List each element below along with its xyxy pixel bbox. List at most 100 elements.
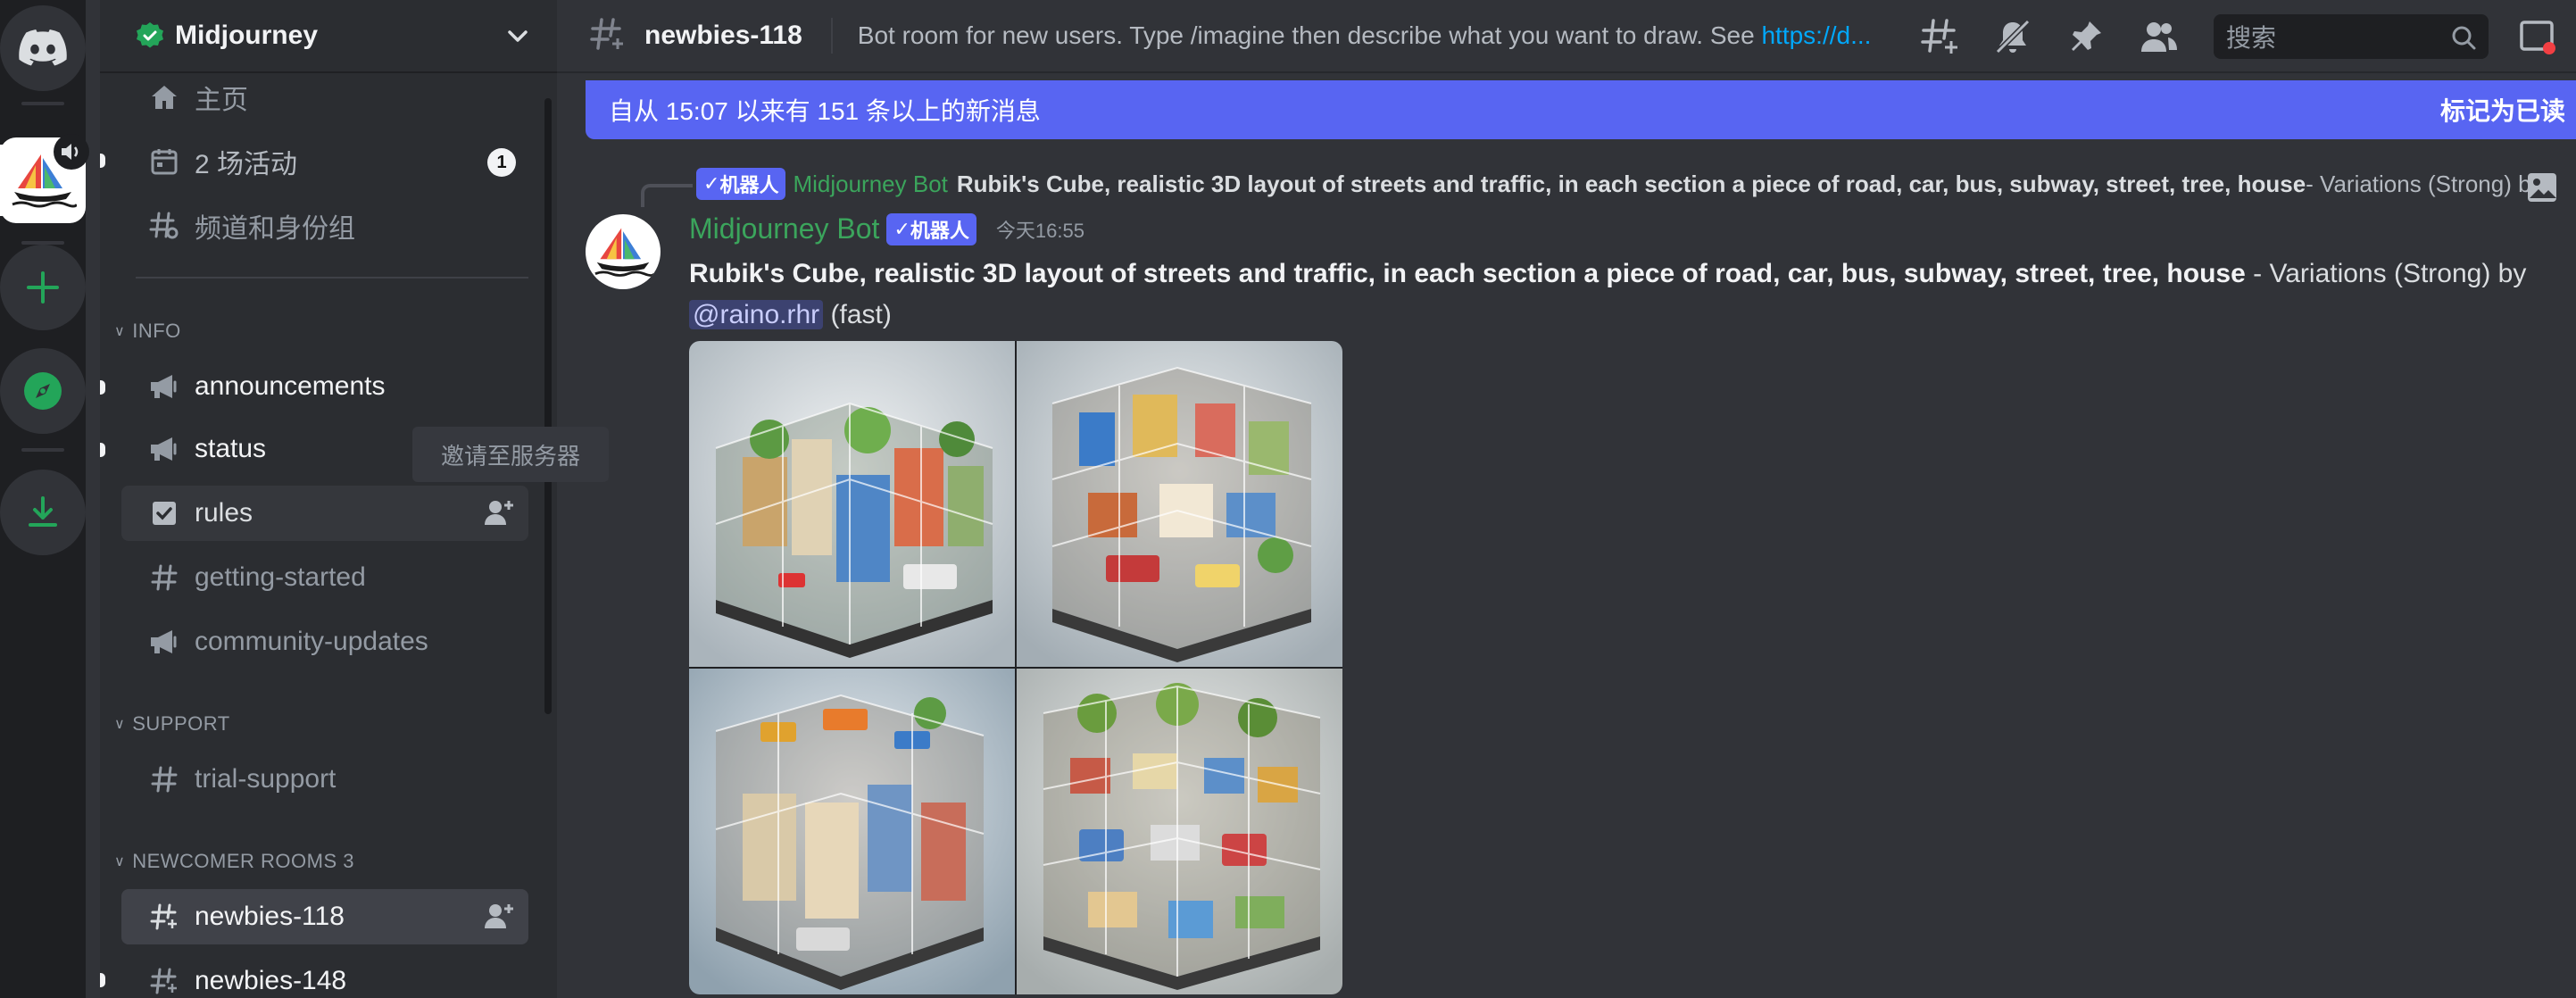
midjourney-boat-icon bbox=[0, 134, 89, 223]
message-after-prompt: - Variations (Strong) by bbox=[2245, 259, 2527, 288]
reply-prompt: Rubik's Cube, realistic 3D layout of str… bbox=[956, 170, 2306, 197]
chevron-down-icon bbox=[508, 30, 528, 42]
channel-title: newbies-118 bbox=[644, 21, 802, 50]
channel-label: newbies-148 bbox=[195, 966, 347, 995]
sidebar-item-label: 频道和身份组 bbox=[195, 214, 355, 244]
channel-label: trial-support bbox=[195, 764, 337, 794]
download-button[interactable] bbox=[0, 470, 86, 555]
header-separator bbox=[830, 18, 833, 54]
channel-label: rules bbox=[195, 498, 253, 528]
voice-speaker-icon bbox=[54, 134, 89, 170]
message-prompt: Rubik's Cube, realistic 3D layout of str… bbox=[689, 259, 2246, 288]
pin-icon[interactable] bbox=[2065, 16, 2107, 57]
new-messages-banner[interactable]: 自从 15:07 以来有 151 条以上的新消息 标记为已读 bbox=[586, 80, 2576, 139]
category-newcomer-rooms[interactable]: ∨ NEWCOMER ROOMS 3 bbox=[114, 850, 354, 873]
search-placeholder: 搜索 bbox=[2226, 24, 2277, 52]
channel-announcements[interactable]: announcements bbox=[121, 359, 528, 414]
megaphone-icon bbox=[148, 370, 180, 403]
bot-tag: ✓ 机器人 bbox=[886, 212, 976, 245]
channel-getting-started[interactable]: getting-started bbox=[121, 550, 528, 605]
sidebar-item-home[interactable]: 主页 bbox=[121, 70, 528, 125]
channel-sidebar: Midjourney 主页 2 场活动 1 频道和身份组 ∨ INFO anno… bbox=[100, 0, 557, 998]
unread-indicator bbox=[100, 380, 105, 395]
unread-indicator bbox=[100, 443, 105, 457]
channel-label: status bbox=[195, 434, 267, 463]
new-messages-text: 自从 15:07 以来有 151 条以上的新消息 bbox=[609, 97, 1041, 125]
mark-as-read-button[interactable]: 标记为已读 bbox=[2440, 92, 2565, 128]
discord-logo-icon bbox=[0, 5, 86, 91]
notification-muted-icon[interactable] bbox=[1992, 16, 2033, 57]
home-icon bbox=[148, 81, 180, 113]
server-name: Midjourney bbox=[175, 21, 319, 50]
add-server-button[interactable] bbox=[0, 245, 86, 330]
grid-image-4[interactable] bbox=[1017, 669, 1342, 994]
checkbox-icon bbox=[148, 497, 180, 529]
channel-newbies-118[interactable]: newbies-118 bbox=[121, 889, 528, 944]
channel-community-updates[interactable]: community-updates bbox=[121, 614, 528, 669]
invite-user-icon[interactable] bbox=[484, 498, 514, 534]
sidebar-item-label: 主页 bbox=[195, 86, 248, 115]
channel-header: newbies-118 Bot room for new users. Type… bbox=[557, 0, 2576, 73]
channels-roles-icon bbox=[148, 210, 180, 242]
invite-user-icon[interactable] bbox=[484, 902, 514, 937]
member-list-icon[interactable] bbox=[2139, 16, 2180, 57]
channel-trial-support[interactable]: trial-support bbox=[121, 752, 528, 807]
search-input[interactable]: 搜索 bbox=[2214, 14, 2489, 59]
reply-author[interactable]: Midjourney Bot bbox=[793, 170, 947, 198]
topic-link[interactable]: https://d... bbox=[1761, 21, 1871, 49]
hashtag-icon bbox=[148, 763, 180, 795]
threads-icon[interactable] bbox=[1919, 16, 1960, 57]
grid-image-3[interactable] bbox=[689, 669, 1015, 994]
bot-tag: ✓ 机器人 bbox=[696, 168, 786, 200]
compass-icon bbox=[0, 348, 86, 434]
message-content: Rubik's Cube, realistic 3D layout of str… bbox=[689, 254, 2528, 336]
user-mention[interactable]: @raino.rhr bbox=[689, 300, 824, 329]
message-author[interactable]: Midjourney Bot bbox=[689, 212, 879, 245]
channel-label: announcements bbox=[195, 371, 386, 401]
server-rail bbox=[0, 0, 89, 998]
channel-label: getting-started bbox=[195, 562, 366, 592]
reply-connector bbox=[641, 184, 693, 207]
unread-indicator bbox=[100, 973, 105, 987]
category-label: SUPPORT bbox=[132, 712, 230, 735]
download-icon bbox=[0, 470, 86, 555]
sidebar-item-events[interactable]: 2 场活动 1 bbox=[121, 134, 528, 189]
topic-text: Bot room for new users. Type /imagine th… bbox=[857, 21, 1762, 49]
rail-separator bbox=[21, 102, 64, 105]
midjourney-server-button[interactable] bbox=[0, 134, 89, 223]
channel-newbies-148[interactable]: newbies-148 bbox=[121, 953, 528, 998]
image-grid[interactable] bbox=[689, 341, 1342, 994]
message-list: ✓ 机器人 Midjourney Bot Rubik's Cube, reali… bbox=[557, 139, 2576, 998]
channel-rules[interactable]: rules bbox=[121, 486, 528, 541]
grid-image-2[interactable] bbox=[1017, 341, 1342, 667]
author-avatar[interactable] bbox=[586, 214, 661, 289]
category-label: NEWCOMER ROOMS 3 bbox=[132, 850, 355, 872]
message-header: Midjourney Bot ✓ 机器人 今天16:55 bbox=[689, 212, 1084, 245]
inbox-icon[interactable] bbox=[2517, 16, 2558, 57]
sidebar-item-channels-roles[interactable]: 频道和身份组 bbox=[121, 198, 528, 254]
category-info[interactable]: ∨ INFO bbox=[114, 320, 181, 343]
server-header[interactable]: Midjourney bbox=[100, 0, 557, 73]
megaphone-icon bbox=[148, 626, 180, 658]
explore-button[interactable] bbox=[0, 348, 86, 434]
grid-image-1[interactable] bbox=[689, 341, 1015, 667]
message-reply-reference[interactable]: ✓ 机器人 Midjourney Bot Rubik's Cube, reali… bbox=[689, 168, 2546, 200]
category-label: INFO bbox=[132, 320, 181, 342]
channel-label: newbies-118 bbox=[195, 902, 345, 931]
category-support[interactable]: ∨ SUPPORT bbox=[114, 712, 230, 736]
verified-badge-icon bbox=[137, 22, 163, 48]
calendar-icon bbox=[148, 146, 180, 178]
unread-indicator bbox=[100, 154, 105, 168]
chevron-down-icon: ∨ bbox=[114, 324, 126, 339]
message-speed: (fast) bbox=[823, 300, 892, 329]
channel-label: community-updates bbox=[195, 627, 428, 656]
thread-hashtag-icon bbox=[148, 901, 180, 933]
reply-suffix: - Variations (Strong) by @raino.rhr (fas… bbox=[2306, 170, 2546, 197]
discord-home-button[interactable] bbox=[0, 5, 86, 91]
chevron-down-icon: ∨ bbox=[114, 717, 126, 732]
bot-tag-label: 机器人 bbox=[910, 219, 969, 242]
channel-topic[interactable]: Bot room for new users. Type /imagine th… bbox=[858, 21, 1893, 50]
thread-hashtag-icon bbox=[589, 17, 625, 55]
sidebar-scrollbar[interactable] bbox=[544, 98, 552, 714]
plus-icon bbox=[0, 245, 86, 330]
